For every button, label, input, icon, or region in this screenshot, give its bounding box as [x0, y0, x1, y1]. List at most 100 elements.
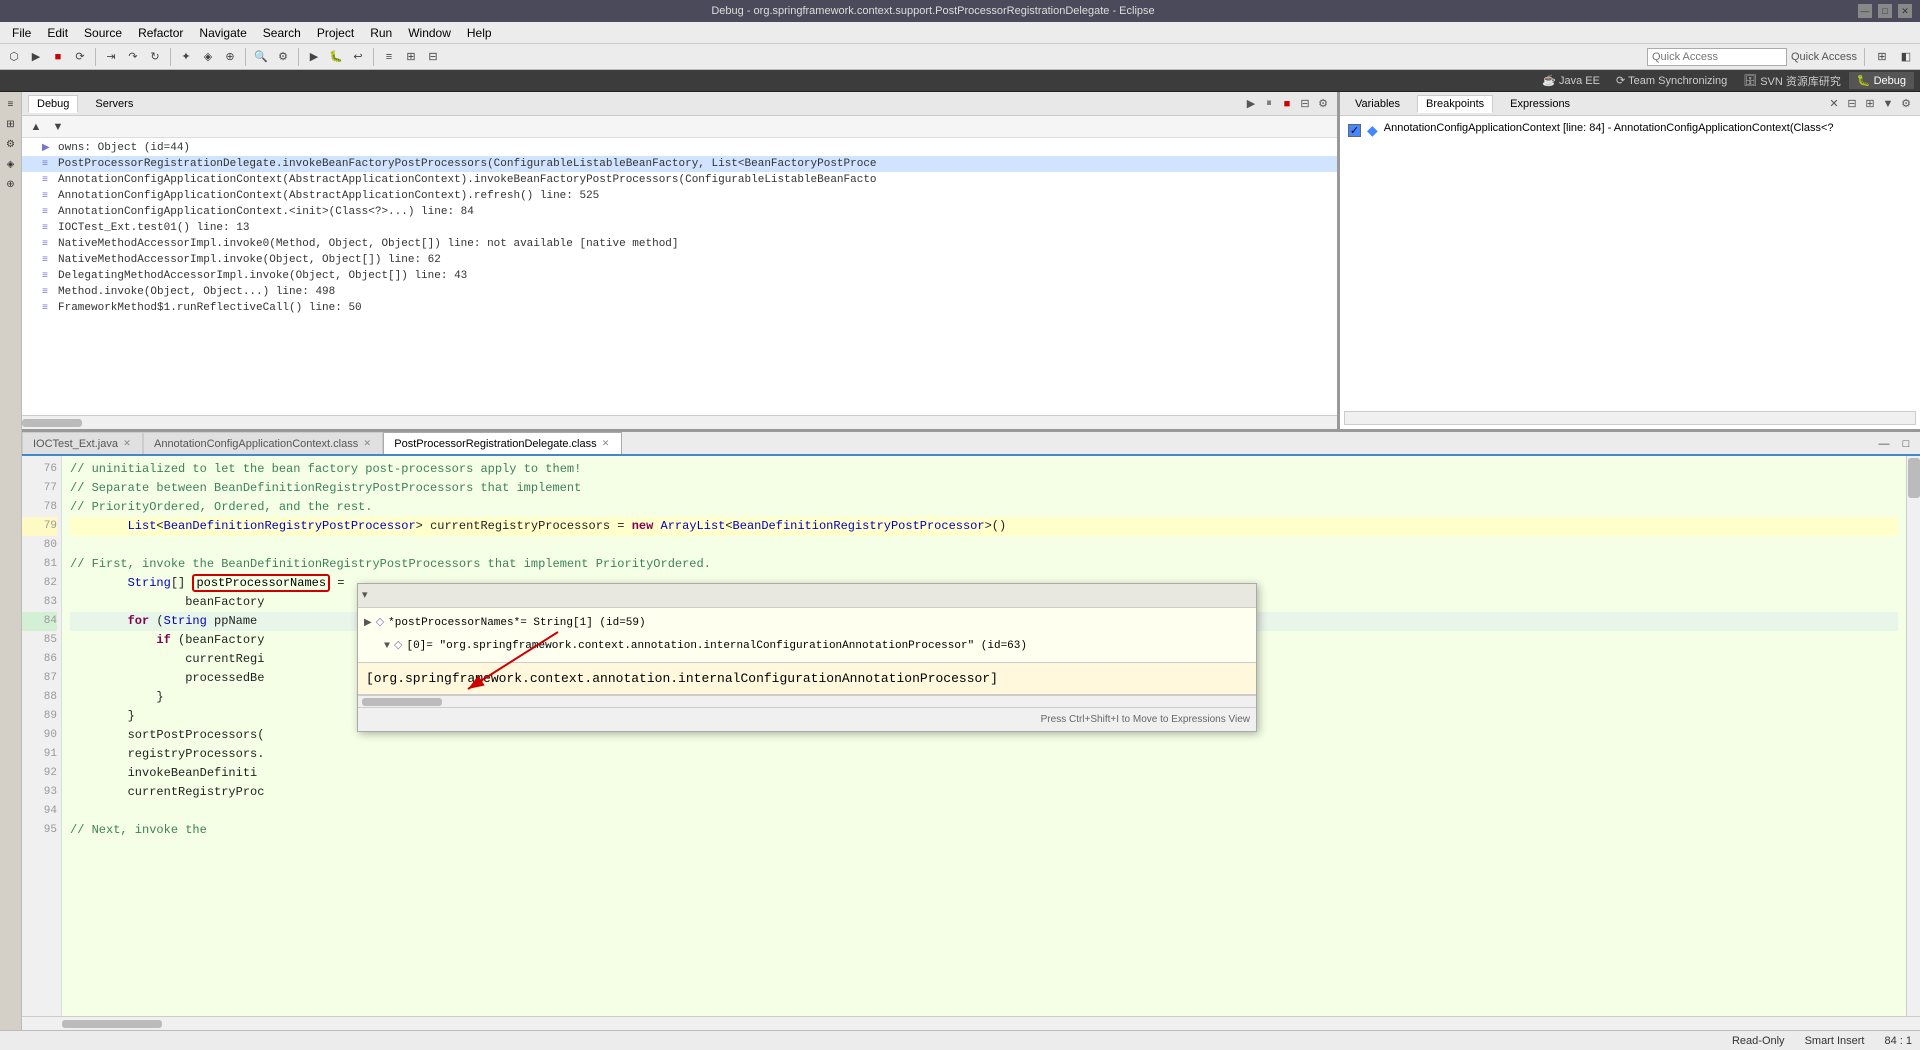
menu-source[interactable]: Source [76, 24, 130, 42]
sidebar-icon-1[interactable]: ≡ [2, 96, 20, 114]
menu-window[interactable]: Window [400, 24, 459, 42]
vars-btn-3[interactable]: ⊞ [1862, 96, 1878, 112]
stack-item-3[interactable]: ≡ AnnotationConfigApplicationContext(Abs… [22, 188, 1337, 204]
status-bar: Read-Only Smart Insert 84 : 1 [0, 1030, 1920, 1050]
perspective-debug[interactable]: 🐛 Debug [1849, 72, 1914, 89]
bp-checkbox-0[interactable]: ✓ [1348, 124, 1361, 137]
tab-breakpoints[interactable]: Breakpoints [1417, 95, 1493, 113]
line-num-95: 95 [22, 821, 57, 840]
toolbar-btn-layout[interactable]: ⊞ [1872, 47, 1892, 67]
popup-tree-item-child[interactable]: ▼ ◇ [0]= "org.springframework.context.an… [364, 635, 1250, 658]
toolbar-btn-stop[interactable]: ■ [48, 47, 68, 67]
popup-scrollbar[interactable] [358, 695, 1256, 707]
editor-vscroll[interactable] [1906, 456, 1920, 1016]
debug-suspend-btn[interactable]: ⏸ [1261, 96, 1277, 112]
popup-var-name: *postProcessorNames*= String[1] (id=59) [388, 614, 645, 633]
debug-hscroll-thumb[interactable] [22, 419, 82, 427]
menu-edit[interactable]: Edit [39, 24, 76, 42]
toolbar-btn-13[interactable]: ↩ [348, 47, 368, 67]
toolbar-btn-11[interactable]: ⚙ [273, 47, 293, 67]
toolbar-btn-1[interactable]: ⬡ [4, 47, 24, 67]
toolbar-btn-5[interactable]: ↷ [123, 47, 143, 67]
toolbar-btn-2[interactable]: ▶ [26, 47, 46, 67]
menu-search[interactable]: Search [255, 24, 309, 42]
vars-btn-1[interactable]: ✕ [1826, 96, 1842, 112]
editor-tab-0[interactable]: IOCTest_Ext.java ✕ [22, 432, 143, 454]
stack-item-10[interactable]: ≡ FrameworkMethod$1.runReflectiveCall() … [22, 300, 1337, 316]
stack-item-8[interactable]: ≡ DelegatingMethodAccessorImpl.invoke(Ob… [22, 268, 1337, 284]
editor-hscroll-thumb[interactable] [62, 1020, 162, 1028]
code-line-76: // uninitialized to let the bean factory… [70, 460, 1898, 479]
tab-servers[interactable]: Servers [86, 95, 142, 113]
debug-hscroll[interactable] [22, 415, 1337, 429]
expand-root-icon[interactable]: ▶ [364, 614, 372, 633]
tab-expressions[interactable]: Expressions [1501, 95, 1579, 113]
toolbar-btn-6[interactable]: ↻ [145, 47, 165, 67]
sidebar-icon-4[interactable]: ◈ [2, 156, 20, 174]
close-button[interactable]: ✕ [1898, 4, 1912, 18]
menu-refactor[interactable]: Refactor [130, 24, 191, 42]
menu-run[interactable]: Run [362, 24, 400, 42]
stack-expand-btn[interactable]: ▼ [48, 117, 68, 137]
debug-resume-btn[interactable]: ▶ [1243, 96, 1259, 112]
editor-hscroll[interactable] [22, 1016, 1920, 1030]
toolbar-btn-perspective[interactable]: ◧ [1896, 47, 1916, 67]
toolbar-btn-16[interactable]: ⊟ [423, 47, 443, 67]
toolbar-btn-debug[interactable]: 🐛 [326, 47, 346, 67]
code-area[interactable]: // uninitialized to let the bean factory… [62, 456, 1906, 1016]
popup-scroll-thumb[interactable] [362, 698, 442, 706]
menu-help[interactable]: Help [459, 24, 500, 42]
stack-item-5[interactable]: ≡ IOCTest_Ext.test01() line: 13 [22, 220, 1337, 236]
editor-maximize-btn[interactable]: □ [1896, 434, 1916, 454]
editor-tab-2[interactable]: PostProcessorRegistrationDelegate.class … [383, 432, 621, 454]
stack-item-2[interactable]: ≡ AnnotationConfigApplicationContext(Abs… [22, 172, 1337, 188]
tab-variables[interactable]: Variables [1346, 95, 1409, 113]
vars-btn-4[interactable]: ▼ [1880, 96, 1896, 112]
toolbar-btn-9[interactable]: ⊕ [220, 47, 240, 67]
tab-debug[interactable]: Debug [28, 95, 78, 113]
sidebar-icon-2[interactable]: ⊞ [2, 116, 20, 134]
menu-file[interactable]: File [4, 24, 39, 42]
editor-minimize-btn[interactable]: — [1874, 434, 1894, 454]
perspective-svn[interactable]: 🗄 SVN 资源库研究 [1735, 71, 1849, 91]
menu-navigate[interactable]: Navigate [191, 24, 254, 42]
editor-area: IOCTest_Ext.java ✕ AnnotationConfigAppli… [22, 432, 1920, 1030]
debug-terminate-btn[interactable]: ■ [1279, 96, 1295, 112]
breakpoint-item-0[interactable]: ✓ ◆ AnnotationConfigApplicationContext [… [1344, 120, 1916, 141]
stack-collapse-btn[interactable]: ▲ [26, 117, 46, 137]
vars-hscroll[interactable] [1344, 411, 1916, 425]
debug-disconnect-btn[interactable]: ⊟ [1297, 96, 1313, 112]
stack-item-7[interactable]: ≡ NativeMethodAccessorImpl.invoke(Object… [22, 252, 1337, 268]
quick-access-input[interactable] [1647, 48, 1787, 66]
expand-child-icon[interactable]: ▼ [384, 637, 390, 656]
toolbar-btn-3[interactable]: ⟳ [70, 47, 90, 67]
vars-btn-2[interactable]: ⊟ [1844, 96, 1860, 112]
stack-item-1[interactable]: ≡ PostProcessorRegistrationDelegate.invo… [22, 156, 1337, 172]
sidebar-icon-5[interactable]: ⊕ [2, 176, 20, 194]
vars-btn-5[interactable]: ⚙ [1898, 96, 1914, 112]
stack-item-9[interactable]: ≡ Method.invoke(Object, Object...) line:… [22, 284, 1337, 300]
minimize-button[interactable]: — [1858, 4, 1872, 18]
editor-tab-close-1[interactable]: ✕ [362, 439, 372, 449]
editor-tab-close-2[interactable]: ✕ [601, 439, 611, 449]
popup-tree-item-root[interactable]: ▶ ◇ *postProcessorNames*= String[1] (id=… [364, 612, 1250, 635]
stack-item-4[interactable]: ≡ AnnotationConfigApplicationContext.<in… [22, 204, 1337, 220]
stack-item-6[interactable]: ≡ NativeMethodAccessorImpl.invoke0(Metho… [22, 236, 1337, 252]
stack-item-0[interactable]: ▶ owns: Object (id=44) [22, 140, 1337, 156]
editor-tab-1[interactable]: AnnotationConfigApplicationContext.class… [143, 432, 383, 454]
perspective-java-ee[interactable]: ☕ Java EE [1534, 72, 1608, 89]
debug-settings-btn[interactable]: ⚙ [1315, 96, 1331, 112]
toolbar-btn-10[interactable]: 🔍 [251, 47, 271, 67]
toolbar-btn-8[interactable]: ◈ [198, 47, 218, 67]
editor-tab-close-0[interactable]: ✕ [122, 439, 132, 449]
toolbar-btn-15[interactable]: ⊞ [401, 47, 421, 67]
menu-project[interactable]: Project [309, 24, 362, 42]
toolbar-btn-14[interactable]: ≡ [379, 47, 399, 67]
toolbar-btn-12[interactable]: ▶ [304, 47, 324, 67]
maximize-button[interactable]: □ [1878, 4, 1892, 18]
toolbar-btn-7[interactable]: ✦ [176, 47, 196, 67]
toolbar-btn-4[interactable]: ⇥ [101, 47, 121, 67]
editor-vscroll-thumb[interactable] [1908, 458, 1920, 498]
sidebar-icon-3[interactable]: ⚙ [2, 136, 20, 154]
perspective-team-sync[interactable]: ⟳ Team Synchronizing [1608, 72, 1735, 89]
